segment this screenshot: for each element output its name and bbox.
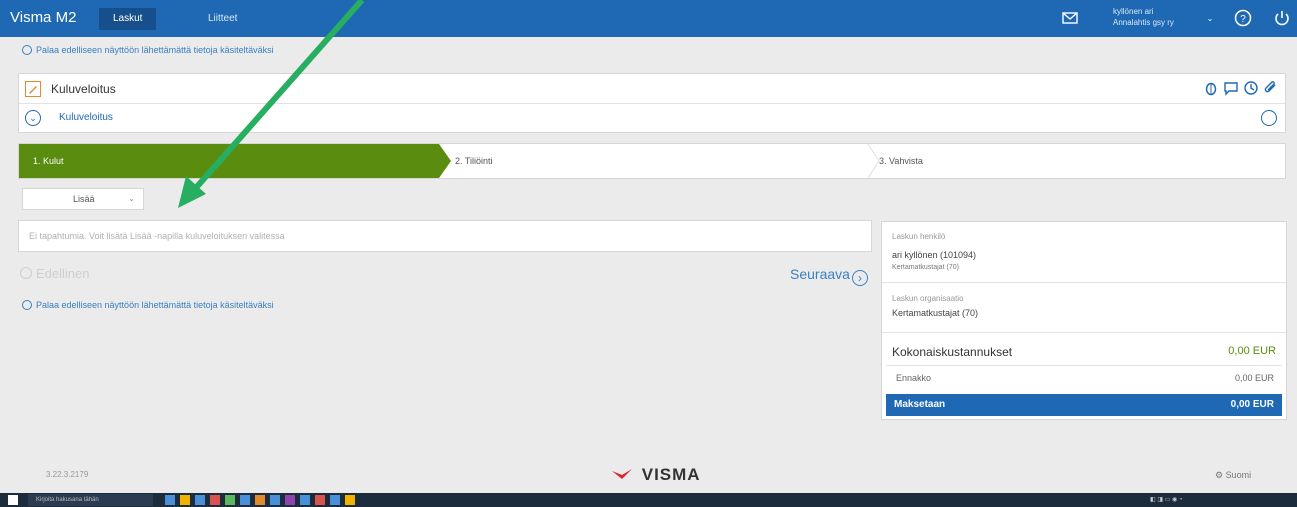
step-progress: 1. Kulut 2. Tiliöinti 3. Vahvista bbox=[18, 143, 1286, 179]
tab-laskut[interactable]: Laskut bbox=[99, 8, 157, 30]
help-icon[interactable]: ? bbox=[1233, 8, 1253, 28]
organization-value: Kertamatkustajat (70) bbox=[892, 308, 979, 318]
top-bar: Visma M2 Laskut Liitteet kyllönen ari An… bbox=[0, 0, 1297, 37]
advance-value: 0,00 EUR bbox=[1234, 373, 1274, 383]
payable-label: Maksetaan bbox=[894, 399, 946, 410]
mail-icon[interactable] bbox=[1060, 8, 1080, 28]
taskbar-app-icon[interactable] bbox=[165, 495, 175, 505]
user-organization: Annalahtis gsy ry bbox=[1113, 18, 1174, 27]
total-value: 0,00 EUR bbox=[1228, 345, 1276, 357]
language-label: Suomi bbox=[1225, 470, 1252, 480]
chevron-down-icon[interactable]: ⌄ bbox=[1200, 8, 1220, 28]
chevron-down-icon[interactable]: ⌄ bbox=[25, 110, 41, 126]
step-costs[interactable]: 1. Kulut bbox=[19, 144, 451, 178]
app-title: Visma M2 bbox=[10, 9, 77, 26]
taskbar-app-icon[interactable] bbox=[255, 495, 265, 505]
invoice-summary: Laskun henkilö ari kyllönen (101094) Ker… bbox=[881, 221, 1287, 420]
step-accounting[interactable]: 2. Tiliöinti bbox=[455, 144, 493, 178]
arrow-left-icon bbox=[22, 45, 32, 55]
panel-subtitle[interactable]: Kuluveloitus bbox=[59, 112, 113, 123]
previous-label: Edellinen bbox=[36, 266, 90, 281]
back-link-top[interactable]: Palaa edelliseen näyttöön lähettämättä t… bbox=[22, 45, 274, 55]
arrow-right-icon: › bbox=[851, 270, 868, 286]
taskbar-app-icon[interactable] bbox=[330, 495, 340, 505]
arrow-left-icon bbox=[20, 267, 32, 279]
taskbar-app-icon[interactable] bbox=[210, 495, 220, 505]
taskbar-app-icon[interactable] bbox=[225, 495, 235, 505]
back-link-label: Palaa edelliseen näyttöön lähettämättä t… bbox=[36, 300, 274, 310]
taskbar-app-icon[interactable] bbox=[195, 495, 205, 505]
chevron-down-icon: ⌄ bbox=[128, 194, 135, 203]
back-link-label: Palaa edelliseen näyttöön lähettämättä t… bbox=[36, 45, 274, 55]
language-selector[interactable]: ⚙ Suomi bbox=[1215, 470, 1251, 481]
taskbar-app-icon[interactable] bbox=[315, 495, 325, 505]
divider bbox=[886, 365, 1282, 366]
divider bbox=[882, 282, 1286, 283]
expense-panel: Kuluveloitus ⌄ Kuluveloitus bbox=[18, 73, 1286, 133]
taskbar-app-icon[interactable] bbox=[240, 495, 250, 505]
back-link-bottom[interactable]: Palaa edelliseen näyttöön lähettämättä t… bbox=[22, 300, 274, 310]
arrow-left-icon bbox=[22, 300, 32, 310]
taskbar-app-icon[interactable] bbox=[270, 495, 280, 505]
windows-start-icon[interactable] bbox=[8, 495, 18, 505]
person-value: ari kyllönen (101094) bbox=[892, 250, 977, 260]
svg-text:?: ? bbox=[1240, 14, 1246, 25]
edit-icon[interactable] bbox=[25, 81, 41, 97]
add-dropdown[interactable]: Lisää ⌄ bbox=[22, 188, 144, 210]
panel-actions bbox=[1203, 80, 1279, 96]
person-label: Laskun henkilö bbox=[892, 232, 946, 241]
panel-header: Kuluveloitus bbox=[19, 74, 1285, 104]
previous-button[interactable]: Edellinen bbox=[20, 266, 90, 281]
organization-label: Laskun organisaatio bbox=[892, 294, 964, 303]
taskbar-app-icon[interactable] bbox=[180, 495, 190, 505]
visma-logo-text: VISMA bbox=[641, 465, 701, 484]
comment-icon[interactable] bbox=[1223, 80, 1239, 96]
divider bbox=[882, 332, 1286, 333]
user-menu[interactable]: kyllönen ari Annalahtis gsy ry bbox=[1113, 6, 1174, 28]
expense-search-input[interactable]: Ei tapahtumia. Voit lisätä Lisää -napill… bbox=[18, 220, 872, 252]
next-label: Seuraava bbox=[790, 266, 850, 282]
payable-row: Maksetaan 0,00 EUR bbox=[886, 394, 1282, 416]
panel-title: Kuluveloitus bbox=[51, 82, 116, 96]
expand-icon[interactable] bbox=[1261, 110, 1277, 126]
taskbar-app-icon[interactable] bbox=[300, 495, 310, 505]
total-label: Kokonaiskustannukset bbox=[892, 345, 1013, 359]
user-name: kyllönen ari bbox=[1113, 7, 1154, 16]
taskbar-app-icon[interactable] bbox=[285, 495, 295, 505]
next-button[interactable]: Seuraava › bbox=[790, 266, 868, 286]
payable-value: 0,00 EUR bbox=[1230, 399, 1274, 410]
attachment-icon[interactable] bbox=[1263, 80, 1279, 96]
taskbar-search[interactable]: Kirjoita hakusana tähän bbox=[28, 494, 153, 506]
person-sub: Kertamatkustajat (70) bbox=[892, 264, 959, 271]
version-number: 3.22.3.2179 bbox=[46, 470, 89, 479]
add-dropdown-label: Lisää bbox=[73, 194, 95, 204]
bug-icon[interactable] bbox=[1203, 80, 1219, 96]
advance-label: Ennakko bbox=[896, 373, 932, 383]
tab-liitteet[interactable]: Liitteet bbox=[194, 8, 251, 30]
system-tray[interactable]: ◧ ◨ ▭ ◉ ◔ bbox=[1150, 496, 1183, 503]
visma-logo-mark-icon bbox=[612, 465, 638, 484]
power-icon[interactable] bbox=[1272, 8, 1292, 28]
step-confirm[interactable]: 3. Vahvista bbox=[879, 144, 923, 178]
taskbar-app-icon[interactable] bbox=[345, 495, 355, 505]
history-icon[interactable] bbox=[1243, 80, 1259, 96]
globe-icon: ⚙ bbox=[1215, 470, 1224, 480]
os-taskbar: Kirjoita hakusana tähän ◧ ◨ ▭ ◉ ◔ bbox=[0, 493, 1297, 507]
visma-logo: VISMA bbox=[612, 465, 701, 485]
